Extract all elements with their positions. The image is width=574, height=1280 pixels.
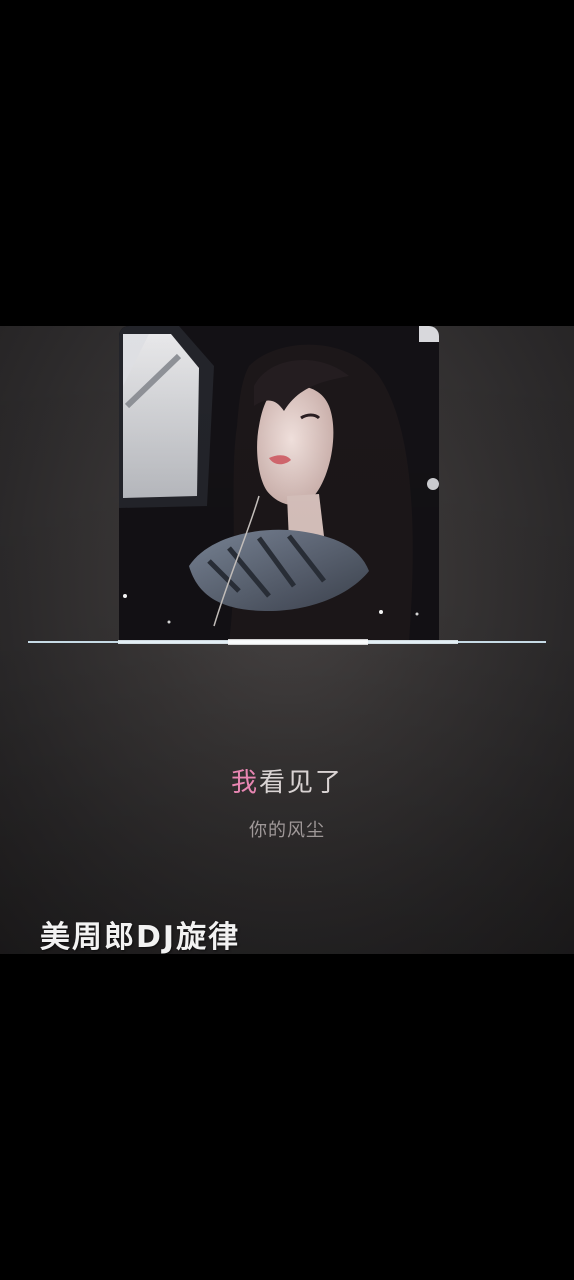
watermark: 美周郎DJ旋律 — [40, 920, 241, 954]
screen: 我看见了 你的风尘 美周郎DJ旋律 — [0, 0, 574, 1280]
current-lyric-line: 我看见了 — [0, 762, 574, 799]
album-cover — [119, 326, 439, 642]
album-cover-art — [119, 326, 439, 642]
next-lyric-line: 你的风尘 — [249, 820, 325, 841]
lyric-highlight: 我 — [230, 768, 259, 798]
video-frame[interactable]: 我看见了 你的风尘 美周郎DJ旋律 — [0, 326, 574, 954]
lyric-rest: 看见了 — [259, 768, 344, 798]
audio-waveform — [28, 639, 546, 645]
